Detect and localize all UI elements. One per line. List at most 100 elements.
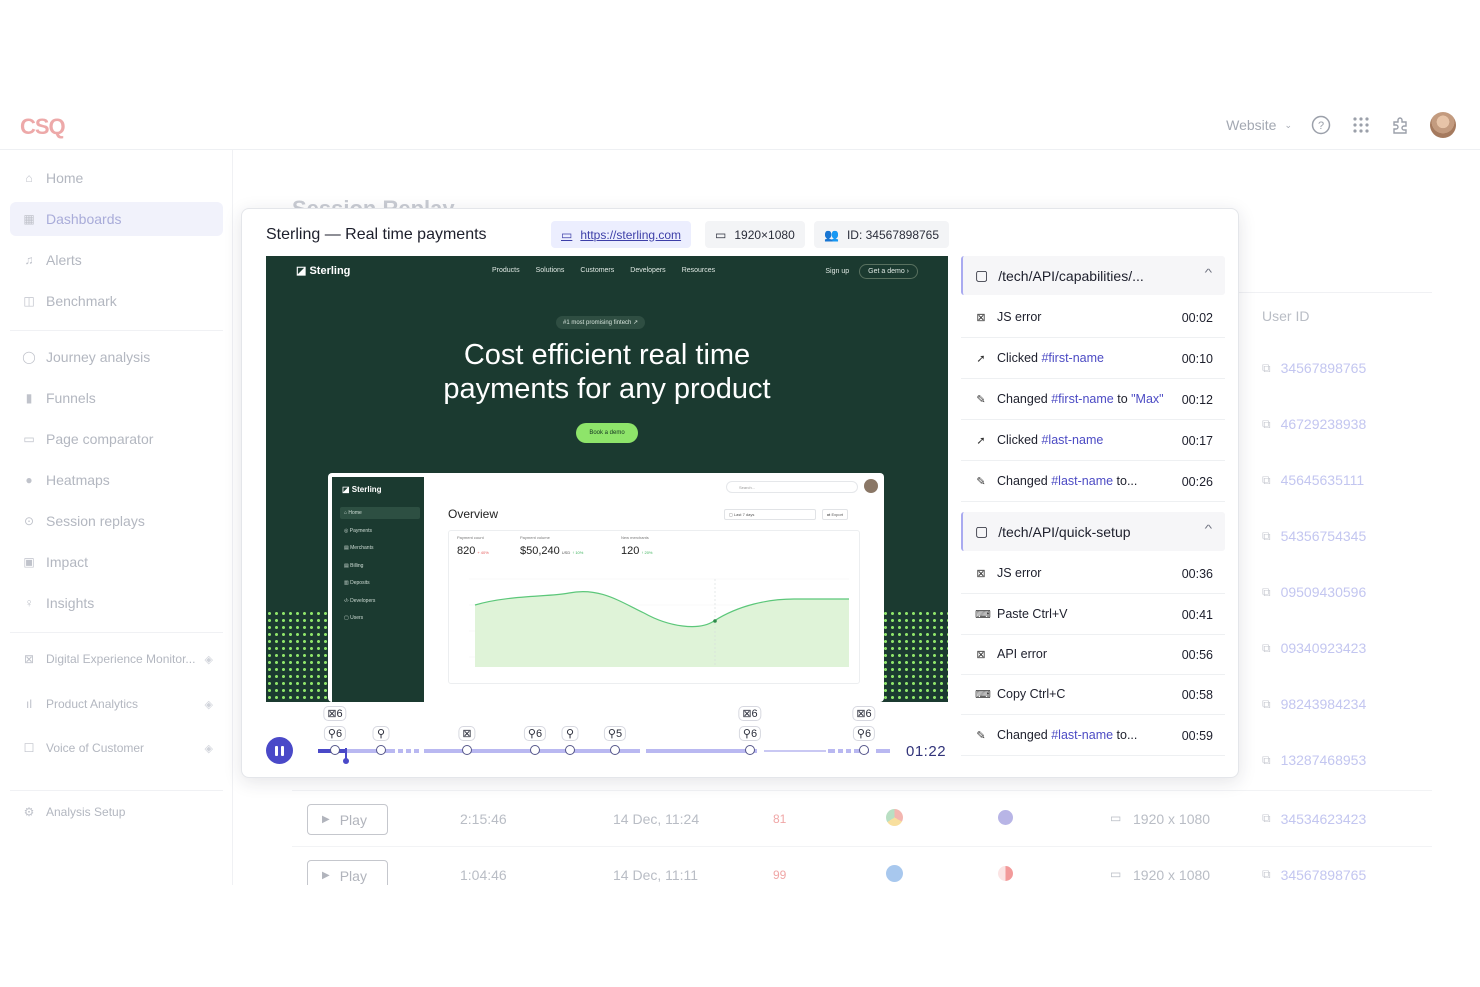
user-id-cell[interactable]: ⧉ 34567898765 — [1262, 867, 1366, 883]
mockup-sidebar: ◪ Sterling ⌂ Home ◎ Payments ▤ Merchants… — [332, 477, 424, 702]
journey-icon: ◯ — [22, 350, 36, 364]
mockup-menu-item: ▥ Deposits — [344, 580, 370, 586]
os-icon — [998, 866, 1013, 881]
user-avatar[interactable] — [1430, 112, 1456, 138]
sidebar-item-home[interactable]: ⌂ Home — [10, 161, 223, 195]
user-id-cell[interactable]: ⧉ 09340923423 — [1262, 640, 1366, 656]
dot-pattern — [882, 610, 948, 702]
timeline-event-tag[interactable]: ⚲6 — [852, 726, 876, 741]
timeline-playhead[interactable] — [343, 748, 349, 764]
sidebar-item-heatmaps[interactable]: ● Heatmaps — [10, 463, 223, 497]
user-id-cell[interactable]: ⧉ 54356754345 — [1262, 528, 1366, 544]
copy-icon[interactable]: ⧉ — [1262, 753, 1271, 768]
copy-icon[interactable]: ⧉ — [1262, 473, 1271, 488]
puzzle-icon[interactable] — [1390, 114, 1412, 136]
sidebar-item-digital-experience-monitor[interactable]: ⊠ Digital Experience Monitor... ◈ — [10, 642, 223, 676]
impact-icon: ▣ — [23, 555, 35, 569]
copy-icon[interactable]: ⧉ — [1262, 585, 1271, 600]
benchmark-icon: ◫ — [23, 294, 35, 308]
copy-icon[interactable]: ⧉ — [1262, 811, 1271, 827]
user-id-cell[interactable]: ⧉ 34534623423 — [1262, 811, 1366, 827]
sidebar-item-insights[interactable]: ♀ Insights — [10, 586, 223, 620]
timeline-event-tag[interactable]: ⚲6 — [323, 726, 347, 741]
event-item[interactable]: ⌨ Paste Ctrl+V 00:41 — [961, 594, 1225, 635]
event-item[interactable]: ⊠ JS error 00:02 — [961, 297, 1225, 338]
event-item[interactable]: ✎ Changed #first-name to "Max" 00:12 — [961, 379, 1225, 420]
sidebar-item-impact[interactable]: ▣ Impact — [10, 545, 223, 579]
app-logo[interactable]: CSQ — [20, 114, 66, 140]
user-id-cell[interactable]: ⧉ 09509430596 — [1262, 584, 1366, 600]
timeline-event-tag[interactable]: ⚲6 — [523, 726, 547, 741]
user-id-cell[interactable]: ⧉ 13287468953 — [1262, 752, 1366, 768]
event-item[interactable]: ⊠ JS error 00:36 — [961, 553, 1225, 594]
user-id-cell[interactable]: ⧉ 34567898765 — [1262, 360, 1366, 376]
user-id-cell[interactable]: ⧉ 46729238938 — [1262, 416, 1366, 432]
copy-icon[interactable]: ⧉ — [1262, 697, 1271, 712]
timeline-event-tag[interactable]: ⚲5 — [603, 726, 627, 741]
session-url[interactable]: https://sterling.com — [580, 228, 681, 242]
copy-icon[interactable]: ⧉ — [1262, 867, 1271, 883]
timeline-event-tag[interactable]: ⊠ — [458, 726, 476, 741]
sidebar-item-page-comparator[interactable]: ▭ Page comparator — [10, 422, 223, 456]
sidebar-item-dashboards[interactable]: ▦ Dashboards — [10, 202, 223, 236]
user-id-value: 45645635111 — [1280, 472, 1365, 488]
timeline-event-tag[interactable]: ⚲6 — [738, 726, 762, 741]
event-item[interactable]: ⌨ Copy Ctrl+C 00:58 — [961, 674, 1225, 715]
pencil-icon: ✎ — [976, 475, 986, 488]
sidebar-item-benchmark[interactable]: ◫ Benchmark — [10, 284, 223, 318]
event-time: 00:10 — [1181, 352, 1213, 366]
sidebar-item-label: Voice of Customer — [46, 741, 145, 755]
mockup-stat: New merchants 120 ↑ 20% — [621, 535, 653, 557]
pause-button[interactable] — [266, 737, 293, 764]
event-item[interactable]: ➚ Clicked #first-name 00:10 — [961, 338, 1225, 379]
event-item[interactable]: ➚ Clicked #last-name 00:17 — [961, 420, 1225, 461]
timeline-event-tag[interactable]: ⚲ — [372, 726, 390, 741]
sidebar-item-voice-of-customer[interactable]: ☐ Voice of Customer ◈ — [10, 731, 223, 765]
session-id-chip[interactable]: 👥 ID: 34567898765 — [814, 221, 950, 248]
event-group-header[interactable]: ▢ /tech/API/quick-setup ^ — [961, 512, 1225, 551]
sidebar-item-session-replays[interactable]: ⊙ Session replays — [10, 504, 223, 538]
event-item[interactable]: ✎ Changed #last-name to... 00:59 — [961, 715, 1225, 756]
user-id-cell[interactable]: ⧉ 98243984234 — [1262, 696, 1366, 712]
timeline-error-tag[interactable]: ⊠6 — [323, 706, 347, 721]
timeline-segment — [846, 749, 851, 753]
timeline-event-marker[interactable] — [610, 745, 620, 755]
user-id-cell[interactable]: ⧉ 45645635111 — [1262, 472, 1364, 488]
timeline-error-tag[interactable]: ⊠6 — [852, 706, 876, 721]
sidebar-item-journey-analysis[interactable]: ◯ Journey analysis — [10, 340, 223, 374]
replay-viewport[interactable]: ◪ Sterling Products Solutions Customers … — [266, 256, 948, 702]
event-item[interactable]: ⊠ API error 00:56 — [961, 634, 1225, 675]
copy-icon[interactable]: ⧉ — [1262, 417, 1271, 432]
copy-icon[interactable]: ⧉ — [1262, 641, 1271, 656]
user-id-column-header: User ID — [1262, 308, 1310, 324]
timeline-event-marker[interactable] — [330, 745, 340, 755]
timeline-event-marker[interactable] — [859, 745, 869, 755]
timeline-segment — [406, 749, 411, 753]
chevron-up-icon[interactable]: ^ — [1205, 268, 1213, 279]
timeline-event-tag[interactable]: ⚲ — [561, 726, 579, 741]
sidebar-item-alerts[interactable]: ♫ Alerts — [10, 243, 223, 277]
timeline-event-marker[interactable] — [376, 745, 386, 755]
apps-grid-icon[interactable] — [1350, 114, 1372, 136]
sidebar-item-analysis-setup[interactable]: ⚙ Analysis Setup — [10, 795, 223, 829]
event-group-header[interactable]: ▢ /tech/API/capabilities/... ^ — [961, 256, 1225, 295]
play-button[interactable]: ▶ Play — [307, 804, 388, 835]
mockup-stat: Payment volume $50,240 USD ↑ 10% — [520, 535, 584, 557]
event-item[interactable]: ✎ Changed #last-name to... 00:26 — [961, 461, 1225, 502]
sidebar-item-funnels[interactable]: ▮ Funnels — [10, 381, 223, 415]
chevron-up-icon[interactable]: ^ — [1205, 524, 1213, 535]
website-select[interactable]: Website ⌄ — [1226, 117, 1292, 133]
play-button[interactable]: ▶ Play — [307, 860, 388, 885]
timeline-error-tag[interactable]: ⊠6 — [738, 706, 762, 721]
timeline-event-marker[interactable] — [462, 745, 472, 755]
timeline-event-marker[interactable] — [745, 745, 755, 755]
timeline-track[interactable]: ⚲6 ⚲ ⊠ ⚲6 ⚲ ⚲5 ⚲6 ⚲6 ⊠6 ⊠6 ⊠6 — [318, 706, 890, 764]
copy-icon[interactable]: ⧉ — [1262, 529, 1271, 544]
url-chip[interactable]: ▭ https://sterling.com — [551, 221, 692, 248]
timeline-event-marker[interactable] — [565, 745, 575, 755]
help-icon[interactable]: ? — [1310, 114, 1332, 136]
replay-nav-link: Developers — [630, 267, 666, 274]
sidebar-item-product-analytics[interactable]: ıl Product Analytics ◈ — [10, 687, 223, 721]
timeline-event-marker[interactable] — [530, 745, 540, 755]
copy-icon[interactable]: ⧉ — [1262, 361, 1271, 376]
